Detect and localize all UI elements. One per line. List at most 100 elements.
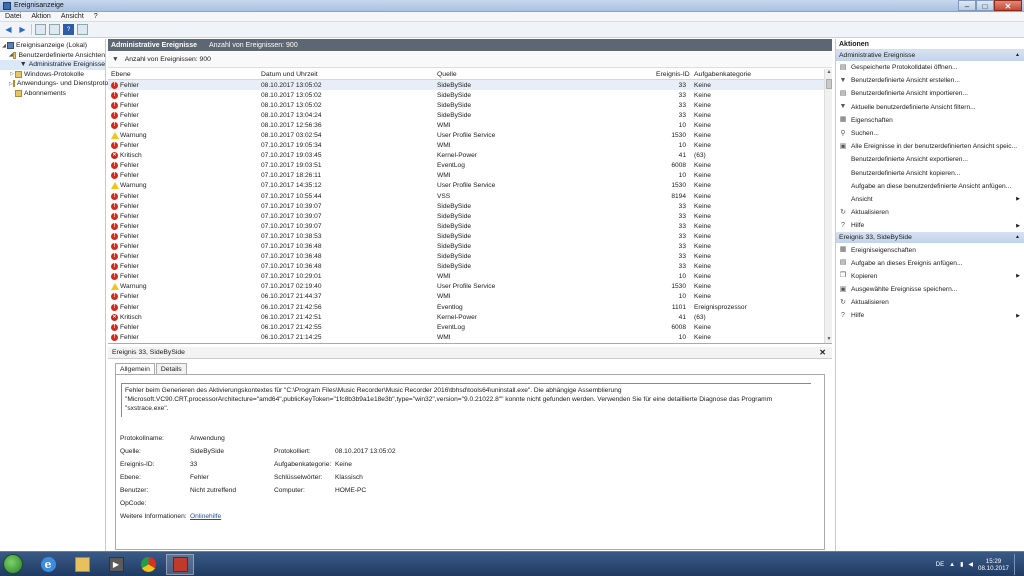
- table-row[interactable]: ✕ Kritisch 07.10.2017 19:03:45 Kernel-Power…: [108, 151, 824, 161]
- table-row[interactable]: ! Fehler 06.10.2017 21:42:56 Eventlog 1101 Er…: [108, 302, 824, 312]
- maximize-button[interactable]: □: [976, 0, 994, 11]
- vertical-scrollbar[interactable]: ▲ ▼: [824, 69, 832, 343]
- table-row[interactable]: ! Fehler 07.10.2017 10:38:53 SideBySide 33 Ke…: [108, 231, 824, 241]
- tree-item[interactable]: ◢ Benutzerdefinierte Ansichten: [0, 51, 105, 61]
- table-row[interactable]: ! Fehler 06.10.2017 21:44:37 WMI 10 Keine: [108, 292, 824, 302]
- help-icon[interactable]: ?: [63, 24, 74, 35]
- table-row[interactable]: ! Fehler 08.10.2017 13:05:02 SideBySide 33 Ke…: [108, 80, 824, 91]
- tree-item[interactable]: Abonnements: [0, 89, 105, 99]
- collapse-icon[interactable]: ▲: [1015, 234, 1020, 240]
- level-cell: ! Fehler: [111, 81, 139, 89]
- menu-aktion[interactable]: Aktion: [26, 12, 55, 21]
- menu-help[interactable]: ?: [89, 12, 103, 21]
- tray-arrow-icon[interactable]: ▲: [949, 562, 955, 568]
- table-row[interactable]: ! Fehler 08.10.2017 13:05:02 SideBySide 33 Ke…: [108, 100, 824, 110]
- level-cell: ! Fehler: [111, 202, 139, 210]
- level-text: Fehler: [120, 111, 139, 119]
- table-row[interactable]: ! Fehler 08.10.2017 13:04:24 SideBySide 33 Ke…: [108, 110, 824, 120]
- action-item[interactable]: Ansicht ▶: [836, 193, 1024, 206]
- table-row[interactable]: ! Fehler 08.10.2017 12:56:36 WMI 10 Keine: [108, 120, 824, 130]
- table-row[interactable]: ! Fehler 07.10.2017 10:36:48 SideBySide 33 Ke…: [108, 262, 824, 272]
- tree-item[interactable]: ▼ Administrative Ereignisse: [0, 60, 105, 70]
- table-row[interactable]: ! Fehler 07.10.2017 19:03:51 EventLog 6008 Ke…: [108, 161, 824, 171]
- blank-icon: [839, 195, 847, 203]
- taskbar-chrome[interactable]: [134, 554, 162, 575]
- network-icon[interactable]: ▮: [960, 561, 963, 568]
- action-item[interactable]: Aufgabe an diese benutzerdefinierte Ansi…: [836, 180, 1024, 193]
- table-row[interactable]: ! Fehler 07.10.2017 10:36:48 SideBySide 33 Ke…: [108, 252, 824, 262]
- column-level[interactable]: Ebene: [111, 71, 131, 78]
- action-item[interactable]: ▼ Aktuelle benutzerdefinierte Ansicht fil…: [836, 101, 1024, 114]
- taskbar-media-player[interactable]: ▶: [102, 554, 130, 575]
- table-row[interactable]: Warnung 08.10.2017 03:02:54 User Profile S…: [108, 130, 824, 140]
- action-item[interactable]: ↻ Aktualisieren: [836, 296, 1024, 309]
- table-row[interactable]: ! Fehler 06.10.2017 21:14:25 WMI 10 Keine: [108, 332, 824, 342]
- column-date[interactable]: Datum und Uhrzeit: [261, 71, 318, 78]
- back-arrow-icon[interactable]: ◀: [3, 24, 14, 35]
- show-hide-actions-icon[interactable]: [77, 24, 88, 35]
- tree-item[interactable]: ▷ Anwendungs- und Dienstprotokolle: [0, 79, 122, 89]
- action-item[interactable]: Benutzerdefinierte Ansicht exportieren..…: [836, 153, 1024, 166]
- action-item[interactable]: ❐ Kopieren ▶: [836, 270, 1024, 283]
- table-row[interactable]: ! Fehler 07.10.2017 10:55:44 VSS 8194 Keine: [108, 191, 824, 201]
- level-text: Warnung: [120, 283, 147, 291]
- action-item[interactable]: ▤ Aufgabe an dieses Ereignis anfügen...: [836, 257, 1024, 270]
- taskbar-internet-explorer[interactable]: e: [34, 554, 62, 575]
- table-row[interactable]: ! Fehler 06.10.2017 21:42:55 EventLog 6008 Ke…: [108, 322, 824, 332]
- minimize-button[interactable]: –: [958, 0, 976, 11]
- column-category[interactable]: Aufgabenkategorie: [694, 71, 751, 78]
- volume-icon[interactable]: ◀: [968, 561, 973, 568]
- table-row[interactable]: ! Fehler 07.10.2017 18:26:11 WMI 10 Keine: [108, 171, 824, 181]
- tree-item[interactable]: ▷ Windows-Protokolle: [0, 70, 105, 80]
- table-row[interactable]: Warnung 07.10.2017 14:35:12 User Profile S…: [108, 181, 824, 191]
- table-row[interactable]: ! Fehler 08.10.2017 13:05:02 SideBySide 33 Ke…: [108, 90, 824, 100]
- taskbar-event-viewer[interactable]: [166, 554, 194, 575]
- start-button[interactable]: [3, 554, 23, 574]
- table-row[interactable]: ! Fehler 07.10.2017 10:39:07 SideBySide 33 Ke…: [108, 221, 824, 231]
- table-row[interactable]: ! Fehler 07.10.2017 10:36:48 SideBySide 33 Ke…: [108, 242, 824, 252]
- scroll-up-icon[interactable]: ▲: [825, 69, 832, 77]
- column-source[interactable]: Quelle: [437, 71, 457, 78]
- close-button[interactable]: ✕: [994, 0, 1022, 11]
- action-item[interactable]: ⚲ Suchen...: [836, 127, 1024, 140]
- menu-ansicht[interactable]: Ansicht: [56, 12, 89, 21]
- action-item[interactable]: ↻ Aktualisieren: [836, 206, 1024, 219]
- action-item[interactable]: ? Hilfe ▶: [836, 219, 1024, 232]
- table-row[interactable]: ✕ Kritisch 06.10.2017 21:42:51 Kernel-Power…: [108, 312, 824, 322]
- table-row[interactable]: ! Fehler 07.10.2017 19:05:34 WMI 10 Keine: [108, 141, 824, 151]
- actions-section-event[interactable]: Ereignis 33, SideBySide ▲: [836, 232, 1024, 244]
- action-item[interactable]: ▦ Eigenschaften: [836, 114, 1024, 127]
- language-indicator[interactable]: DE: [936, 562, 944, 568]
- online-help-link[interactable]: Onlinehilfe: [190, 513, 221, 520]
- event-message[interactable]: Fehler beim Generieren des Aktivierungsk…: [121, 383, 811, 417]
- action-item[interactable]: ▤ Benutzerdefinierte Ansicht importieren.…: [836, 87, 1024, 100]
- actions-section-view[interactable]: Administrative Ereignisse ▲: [836, 50, 1024, 61]
- table-row[interactable]: Warnung 07.10.2017 02:19:40 User Profile S…: [108, 282, 824, 292]
- action-item[interactable]: ▦ Ereigniseigenschaften: [836, 243, 1024, 256]
- table-row[interactable]: ! Fehler 07.10.2017 10:39:07 SideBySide 33 Ke…: [108, 211, 824, 221]
- taskbar-explorer[interactable]: [68, 554, 96, 575]
- level-text: Fehler: [120, 333, 139, 341]
- scroll-thumb[interactable]: [826, 79, 832, 89]
- close-detail-icon[interactable]: ✕: [819, 348, 826, 357]
- forward-arrow-icon[interactable]: ▶: [17, 24, 28, 35]
- show-hide-tree-icon[interactable]: [49, 24, 60, 35]
- clock[interactable]: 15:29 08.10.2017: [978, 558, 1009, 572]
- column-event-id[interactable]: Ereignis-ID: [656, 71, 690, 78]
- show-desktop-button[interactable]: [1014, 554, 1022, 575]
- table-row[interactable]: ! Fehler 07.10.2017 10:39:07 SideBySide 33 Ke…: [108, 201, 824, 211]
- action-item[interactable]: ▤ Gespeicherte Protokolldatei öffnen...: [836, 61, 1024, 74]
- tree-item[interactable]: ◢ Ereignisanzeige (Lokal): [0, 41, 105, 51]
- menu-datei[interactable]: Datei: [0, 12, 26, 21]
- action-item[interactable]: ▼ Benutzerdefinierte Ansicht erstellen...: [836, 74, 1024, 87]
- action-item[interactable]: Benutzerdefinierte Ansicht kopieren...: [836, 167, 1024, 180]
- table-row[interactable]: ! Fehler 07.10.2017 10:29:01 WMI 10 Keine: [108, 272, 824, 282]
- event-id-cell: 1101: [671, 303, 686, 311]
- action-item[interactable]: ▣ Ausgewählte Ereignisse speichern...: [836, 283, 1024, 296]
- action-item[interactable]: ? Hilfe ▶: [836, 309, 1024, 322]
- scroll-down-icon[interactable]: ▼: [825, 336, 832, 343]
- log-name-label: Protokollname:: [120, 435, 164, 442]
- folder-up-icon[interactable]: [35, 24, 46, 35]
- action-item[interactable]: ▣ Alle Ereignisse in der benutzerdefinier…: [836, 140, 1024, 153]
- collapse-icon[interactable]: ▲: [1015, 52, 1020, 58]
